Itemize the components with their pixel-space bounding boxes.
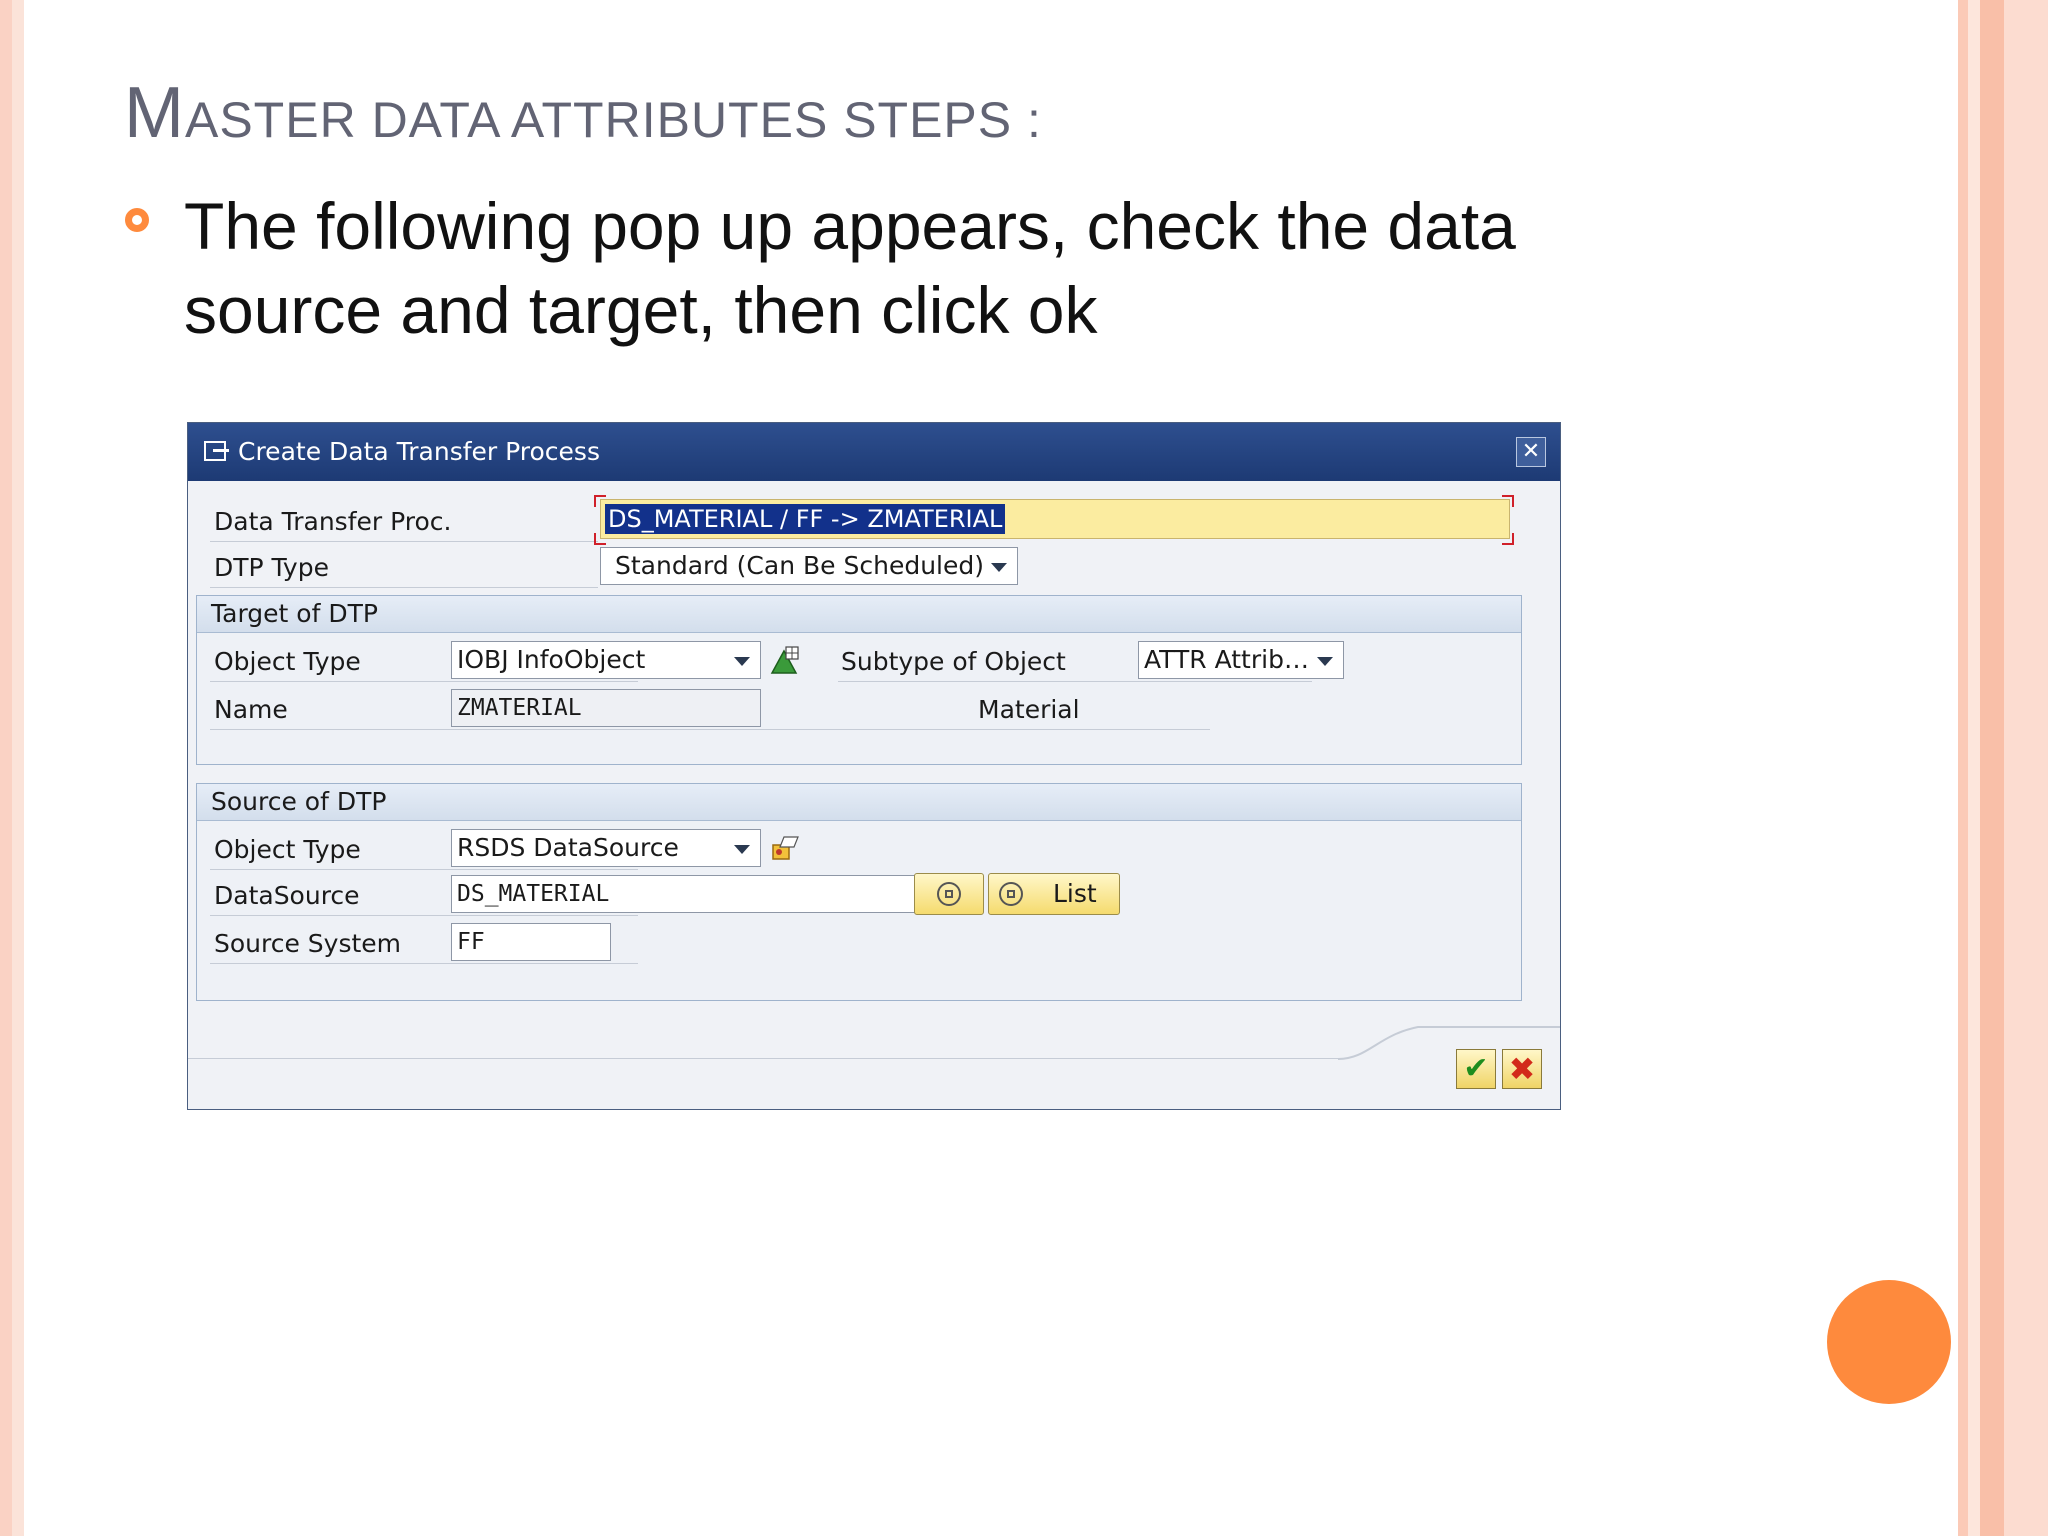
label-underline [210, 729, 1210, 730]
target-name-label: Name [214, 695, 288, 724]
dtp-type-dropdown[interactable]: Standard (Can Be Scheduled) [600, 547, 1018, 585]
subtype-label: Subtype of Object [841, 647, 1066, 676]
label-underline [838, 681, 1312, 682]
datasource-value-help-button[interactable] [914, 873, 984, 915]
target-header-text: Target of DTP [211, 599, 378, 628]
list-button-label: List [1053, 879, 1097, 908]
slide-title-rest: ASTER DATA ATTRIBUTES STEPS : [184, 92, 1042, 148]
chevron-down-icon [734, 845, 750, 854]
target-object-type-dropdown[interactable]: IOBJ InfoObject [451, 641, 761, 679]
list-button[interactable]: List [988, 873, 1120, 915]
close-button[interactable]: ✕ [1516, 437, 1546, 467]
label-underline [210, 587, 598, 588]
target-object-type-value: IOBJ InfoObject [457, 645, 646, 674]
dialog-title-icon [204, 441, 229, 461]
target-group: Target of DTP [196, 595, 1522, 765]
dtp-name-value: DS_MATERIAL / FF -> ZMATERIAL [605, 504, 1006, 534]
target-name-description: Material [978, 695, 1080, 724]
bullet-text: The following pop up appears, check the … [184, 189, 1516, 347]
label-underline [210, 681, 638, 682]
target-group-header: Target of DTP [197, 596, 1521, 633]
target-name-field[interactable]: ZMATERIAL [451, 689, 761, 727]
cancel-button[interactable]: ✖ [1502, 1049, 1542, 1089]
focus-bracket-tl [594, 495, 606, 507]
label-underline [210, 963, 638, 964]
ok-button[interactable]: ✔ [1456, 1049, 1496, 1089]
focus-bracket-tr [1502, 495, 1514, 507]
subtype-value: ATTR Attrib… [1144, 645, 1309, 674]
source-header-text: Source of DTP [211, 787, 387, 816]
chevron-down-icon [734, 657, 750, 666]
slide-border-right-1 [1958, 0, 1968, 1536]
slide-border-right-2 [1968, 0, 1980, 1536]
dialog-title: Create Data Transfer Process [238, 437, 600, 466]
slide-border-right-4 [2004, 0, 2048, 1536]
dialog-titlebar: Create Data Transfer Process ✕ [188, 423, 1560, 481]
dtp-label: Data Transfer Proc. [214, 507, 452, 536]
list-icon [999, 882, 1023, 906]
dtp-name-field[interactable]: DS_MATERIAL / FF -> ZMATERIAL [600, 499, 1510, 539]
decorative-orange-circle [1827, 1280, 1951, 1404]
source-system-label: Source System [214, 929, 402, 958]
value-help-icon [937, 882, 961, 906]
slide-title: MASTER DATA ATTRIBUTES STEPS : [124, 72, 1042, 154]
chevron-down-icon [1317, 657, 1333, 666]
slide-border-left [0, 0, 12, 1536]
datasource-label: DataSource [214, 881, 360, 910]
focus-bracket-bl [594, 533, 606, 545]
label-underline [210, 915, 638, 916]
create-dtp-dialog: Create Data Transfer Process ✕ Data Tran… [187, 422, 1561, 1110]
datasource-icon[interactable] [770, 833, 800, 863]
datasource-field[interactable]: DS_MATERIAL [451, 875, 915, 913]
slide-border-left-inner [12, 0, 24, 1536]
source-object-type-label: Object Type [214, 835, 361, 864]
dtp-type-label: DTP Type [214, 553, 329, 582]
source-object-type-value: RSDS DataSource [457, 833, 679, 862]
infoobject-icon[interactable] [770, 645, 800, 675]
source-group-header: Source of DTP [197, 784, 1521, 821]
label-underline [210, 541, 598, 542]
source-system-field[interactable]: FF [451, 923, 611, 961]
focus-bracket-br [1502, 533, 1514, 545]
subtype-dropdown[interactable]: ATTR Attrib… [1138, 641, 1344, 679]
slide-border-right-3 [1980, 0, 2004, 1536]
target-object-type-label: Object Type [214, 647, 361, 676]
chevron-down-icon [991, 563, 1007, 572]
bullet-ring-icon [125, 208, 149, 232]
dtp-type-value: Standard (Can Be Scheduled) [615, 551, 984, 580]
slide-title-initial: M [124, 73, 185, 153]
label-underline [210, 869, 638, 870]
footer-divider [188, 1058, 1338, 1059]
source-object-type-dropdown[interactable]: RSDS DataSource [451, 829, 761, 867]
